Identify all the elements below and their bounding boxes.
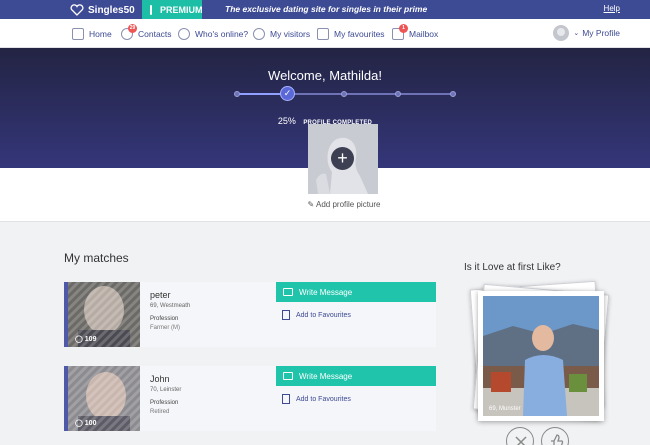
match-photo[interactable]: ◯ 100: [68, 366, 140, 431]
photo-count-value: 100: [84, 420, 97, 427]
nav-visitors-label: My visitors: [270, 28, 311, 39]
premium-button[interactable]: PREMIUM: [142, 0, 203, 19]
premium-label: PREMIUM: [160, 4, 203, 15]
tagline: The exclusive dating site for singles in…: [225, 4, 428, 14]
thumbs-up-icon: [551, 434, 564, 445]
match-age-location: 70, Leinster: [150, 387, 182, 393]
chevron-down-icon: ⌄: [573, 30, 580, 37]
home-icon: [72, 27, 84, 40]
write-message-button[interactable]: Write Message: [276, 282, 436, 302]
favourites-icon: [317, 27, 329, 40]
check-icon: ✓: [280, 86, 295, 101]
like-photo-caption: 69, Munster: [489, 406, 521, 412]
visitors-icon: [253, 27, 265, 40]
write-message-label: Write Message: [299, 287, 353, 297]
match-card[interactable]: ◯ 109 peter 69, Westmeath Profession Far…: [64, 282, 436, 347]
message-icon: [283, 372, 293, 380]
match-profession-label: Profession: [150, 316, 179, 322]
match-name[interactable]: John: [150, 374, 170, 384]
close-icon: [515, 436, 527, 445]
match-card[interactable]: ◯ 100 John 70, Leinster Profession Retir…: [64, 366, 436, 431]
add-to-favourites-link[interactable]: Add to Favourites: [282, 394, 351, 404]
nav-contacts[interactable]: 29 Contacts: [121, 19, 172, 48]
contacts-badge: 29: [128, 23, 137, 33]
nav-home[interactable]: Home: [72, 19, 112, 48]
photo-count: ◯ 100: [75, 420, 97, 427]
profile-menu[interactable]: ⌄ My Profile: [553, 24, 620, 42]
nav-favourites-label: My favourites: [334, 28, 385, 39]
add-to-favourites-label: Add to Favourites: [296, 311, 351, 319]
match-age-location: 69, Westmeath: [150, 303, 191, 309]
bookmark-icon: [282, 310, 290, 320]
like-photo-card[interactable]: 69, Munster: [478, 291, 604, 421]
progress-step: [234, 91, 240, 97]
match-profession: Farmer (M): [150, 325, 180, 331]
help-link[interactable]: Help: [604, 4, 620, 13]
add-to-favourites-link[interactable]: Add to Favourites: [282, 310, 351, 320]
nav-mailbox[interactable]: 1 Mailbox: [392, 19, 438, 48]
write-message-label: Write Message: [299, 371, 353, 381]
online-icon: [178, 27, 190, 40]
brand-name: Singles50: [88, 4, 135, 16]
nav-home-label: Home: [89, 28, 112, 39]
match-name[interactable]: peter: [150, 290, 171, 300]
progress-percent: 25%: [277, 116, 296, 126]
match-profession: Retired: [150, 409, 170, 415]
add-photo-plus-icon[interactable]: +: [331, 147, 354, 170]
progress-step: [341, 91, 347, 97]
bookmark-icon: [282, 394, 290, 404]
love-title: Is it Love at first Like?: [464, 262, 561, 273]
profile-picture-placeholder[interactable]: +: [308, 124, 378, 194]
write-message-button[interactable]: Write Message: [276, 366, 436, 386]
like-button[interactable]: [541, 427, 569, 445]
nav-favourites[interactable]: My favourites: [317, 19, 385, 48]
profile-label: My Profile: [582, 28, 620, 38]
nav-mailbox-label: Mailbox: [409, 28, 439, 39]
nav-visitors[interactable]: My visitors: [253, 19, 310, 48]
match-photo[interactable]: ◯ 109: [68, 282, 140, 347]
mailbox-icon: 1: [392, 23, 408, 40]
add-profile-picture-link[interactable]: ✎ Add profile picture: [0, 200, 650, 209]
phone-icon: [150, 4, 152, 15]
add-profile-picture-label: Add profile picture: [316, 200, 381, 209]
mailbox-badge: 1: [399, 23, 408, 33]
avatar: [553, 25, 570, 41]
photo-count-value: 109: [84, 336, 97, 343]
like-photo-stack[interactable]: 69, Munster: [469, 280, 610, 423]
heart-logo-icon: [70, 4, 84, 16]
like-photo: 69, Munster: [483, 296, 599, 416]
nav-online[interactable]: Who's online?: [178, 19, 248, 48]
nav-contacts-label: Contacts: [138, 28, 172, 39]
contacts-icon: 29: [121, 23, 137, 40]
matches-title: My matches: [64, 251, 129, 265]
match-profession-label: Profession: [150, 400, 179, 406]
progress-step: [395, 91, 401, 97]
progress-step: [450, 91, 456, 97]
welcome-title: Welcome, Mathilda!: [268, 68, 382, 83]
message-icon: [283, 288, 293, 296]
dislike-button[interactable]: [506, 427, 534, 445]
like-photo-image: [483, 296, 599, 416]
top-bar: Singles50 PREMIUM The exclusive dating s…: [0, 0, 650, 19]
pencil-icon: ✎: [307, 200, 315, 209]
nav-online-label: Who's online?: [195, 28, 249, 39]
brand-logo[interactable]: Singles50: [70, 3, 135, 17]
add-to-favourites-label: Add to Favourites: [296, 395, 351, 403]
photo-count: ◯ 109: [75, 336, 97, 343]
